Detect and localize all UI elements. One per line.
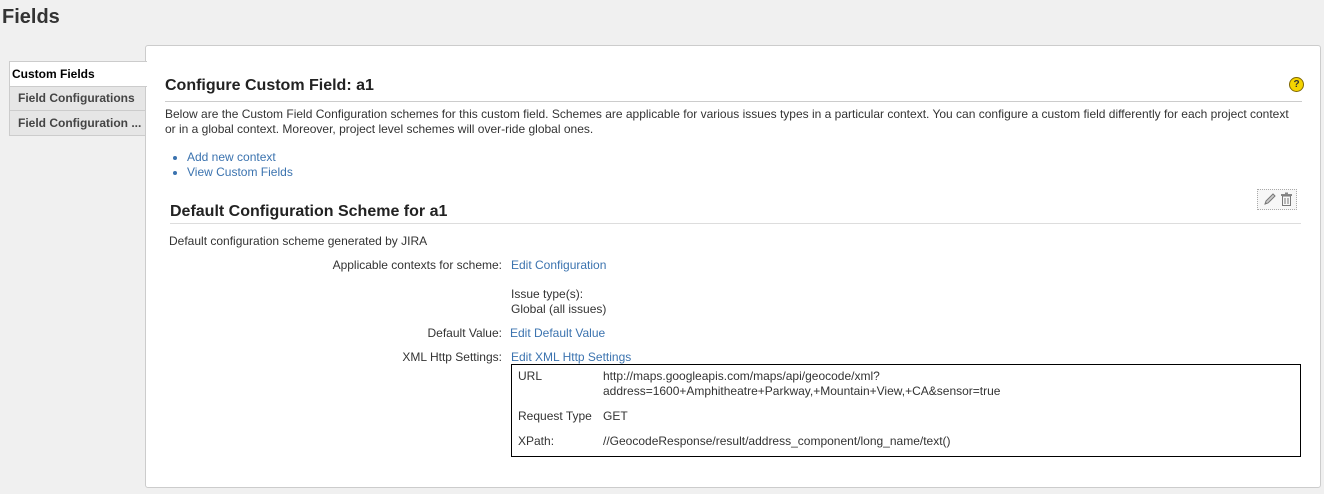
url-value-line1: http://maps.googleapis.com/maps/api/geoc… (603, 369, 880, 383)
issue-types-value: Global (all issues) (511, 302, 607, 316)
contexts-label: Applicable contexts for scheme: (332, 258, 502, 272)
xml-settings-table: URL http://maps.googleapis.com/maps/api/… (511, 364, 1301, 457)
view-custom-fields-link[interactable]: View Custom Fields (187, 165, 293, 179)
scheme-title: Default Configuration Scheme for a1 (170, 203, 448, 220)
xml-settings-label: XML Http Settings: (402, 350, 502, 364)
edit-default-value-link[interactable]: Edit Default Value (510, 326, 605, 340)
tab-field-configurations[interactable]: Field Configurations (9, 86, 146, 111)
xpath-value: //GeocodeResponse/result/address_compone… (603, 434, 951, 448)
url-value-line2: address=1600+Amphitheatre+Parkway,+Mount… (603, 384, 1001, 398)
tab-custom-fields[interactable]: Custom Fields (9, 61, 147, 87)
edit-configuration-link[interactable]: Edit Configuration (511, 258, 606, 272)
xpath-key: XPath: (518, 434, 555, 448)
edit-xml-settings-link[interactable]: Edit XML Http Settings (511, 350, 631, 364)
title-divider (165, 101, 1302, 102)
page-title: Fields (2, 6, 60, 28)
scheme-description: Default configuration scheme generated b… (169, 234, 428, 248)
edit-icon[interactable] (1263, 192, 1277, 209)
config-description: Below are the Custom Field Configuration… (165, 107, 1289, 136)
list-item: Add new context (187, 150, 293, 165)
url-key: URL (518, 369, 543, 383)
default-value-label: Default Value: (427, 326, 503, 340)
configure-field-title: Configure Custom Field: a1 (165, 77, 374, 94)
tab-field-configuration-schemes[interactable]: Field Configuration ... (9, 111, 146, 136)
scheme-divider (170, 223, 1301, 224)
list-item: View Custom Fields (187, 165, 293, 180)
tab-list: Custom Fields Field Configurations Field… (9, 61, 147, 136)
request-type-key: Request Type (518, 409, 592, 423)
trash-icon[interactable] (1280, 192, 1293, 209)
issue-types-label: Issue type(s): (511, 287, 584, 301)
content-panel: Configure Custom Field: a1 ? Below are t… (145, 45, 1321, 488)
action-links: Add new context View Custom Fields (168, 150, 293, 180)
request-type-value: GET (603, 409, 628, 423)
add-new-context-link[interactable]: Add new context (187, 150, 276, 164)
scheme-actions (1257, 189, 1297, 210)
help-icon[interactable]: ? (1289, 77, 1304, 92)
